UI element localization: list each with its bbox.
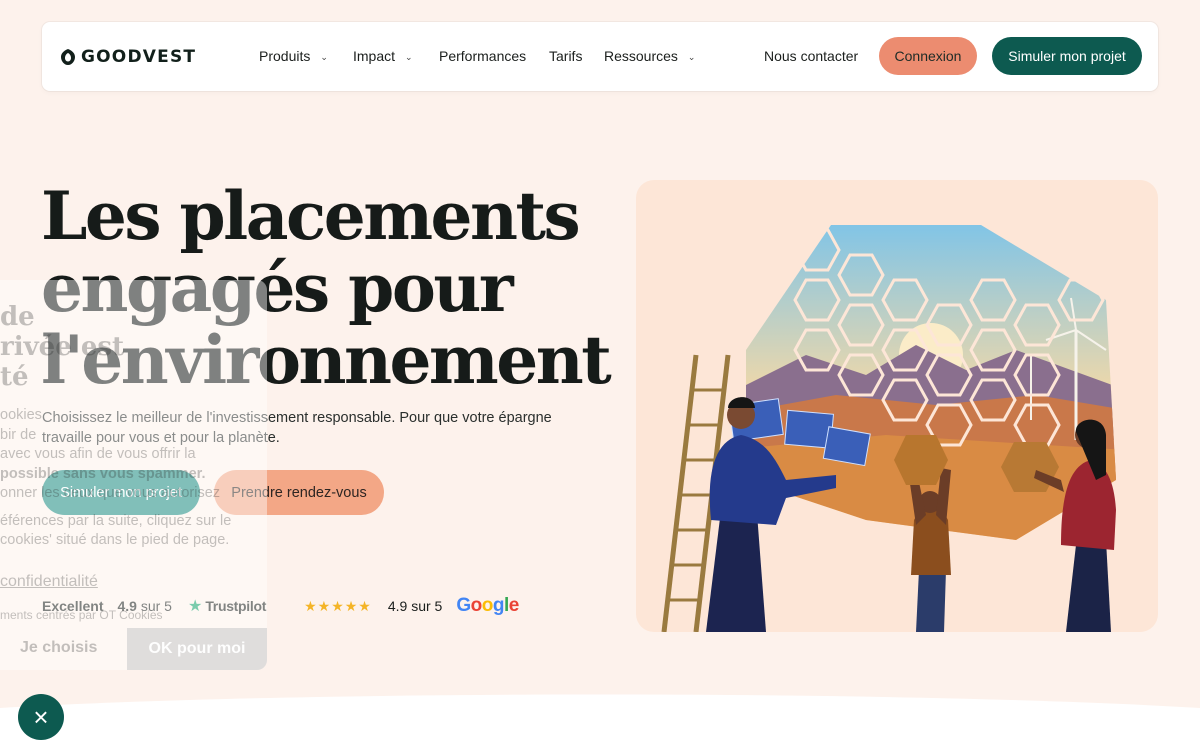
nav-contact-link[interactable]: Nous contacter [764, 46, 858, 66]
nav-item-produits[interactable]: Produits ⌄ [259, 46, 328, 66]
nav-item-label: Impact [353, 48, 396, 64]
chevron-down-icon: ⌄ [405, 51, 413, 62]
google-logo-letter: G [456, 595, 471, 616]
chevron-down-icon: ⌄ [320, 51, 328, 62]
cookie-consent-panel: de rivée est té ookies bir de avec vous … [0, 280, 267, 670]
cookie-body-text: ookies bir de avec vous afin de vous off… [0, 406, 267, 551]
cookie-title: de rivée est té [0, 302, 200, 392]
nav-item-label: Produits [259, 48, 311, 64]
nav-item-tarifs[interactable]: Tarifs [549, 46, 582, 66]
google-logo-letter: e [508, 595, 520, 616]
cookie-title-line: té [0, 362, 29, 392]
login-button[interactable]: Connexion [879, 37, 977, 75]
nav-item-label: Performances [439, 48, 527, 64]
goodvest-logo-icon [61, 49, 75, 65]
nav-item-ressources[interactable]: Ressources ⌄ [604, 46, 695, 66]
google-stars: ★★★★★ [304, 597, 372, 614]
nav-item-label: Tarifs [549, 48, 583, 64]
cookie-body-line: cookies' situé dans le pied de page. [0, 532, 230, 548]
cookie-body-line: avec vous afin de vous offrir la [0, 446, 196, 462]
google-logo[interactable]: Google [456, 595, 520, 617]
google-score: 4.9 sur 5 [387, 598, 443, 614]
cookie-body-line: éférences par la suite, cliquez sur le [0, 512, 232, 529]
cookie-title-line: rivée est [0, 332, 125, 362]
hero-title-line: Les placements [41, 177, 581, 255]
cookie-body-line: onner les ceux que vous autorisez [0, 485, 221, 501]
privacy-policy-link[interactable]: confidentialité [0, 572, 98, 592]
cookie-body-line: ookies [0, 407, 42, 423]
cookie-choose-button[interactable]: Je choisis [20, 638, 97, 658]
cookie-title-line: de [0, 302, 35, 332]
top-navbar: GOODVEST Produits ⌄ Impact ⌄ Performance… [42, 22, 1158, 91]
cookie-body-line: bir de [0, 426, 37, 443]
nav-item-performances[interactable]: Performances [439, 46, 526, 66]
people-building-hexagon-landscape-image [661, 225, 1116, 632]
hero-bottom-wave [0, 694, 1200, 750]
cookie-body-line: possible sans vous spammer. [0, 465, 206, 482]
google-logo-letter: o [481, 595, 494, 616]
google-logo-letter: o [470, 595, 483, 616]
nav-item-impact[interactable]: Impact ⌄ [353, 46, 413, 66]
chevron-down-icon: ⌄ [687, 51, 696, 62]
simulate-project-button[interactable]: Simuler mon projet [992, 37, 1142, 75]
google-logo-letter: g [492, 595, 505, 616]
hero-illustration [636, 180, 1158, 632]
nav-item-label: Ressources [604, 48, 678, 64]
close-icon[interactable]: × [18, 694, 64, 740]
cookie-accept-button[interactable]: OK pour moi [127, 628, 267, 670]
brand-name: GOODVEST [81, 47, 197, 67]
cookie-powered-by: ments centrés par OT Cookies [0, 608, 163, 622]
brand-logo[interactable]: GOODVEST [60, 46, 196, 68]
